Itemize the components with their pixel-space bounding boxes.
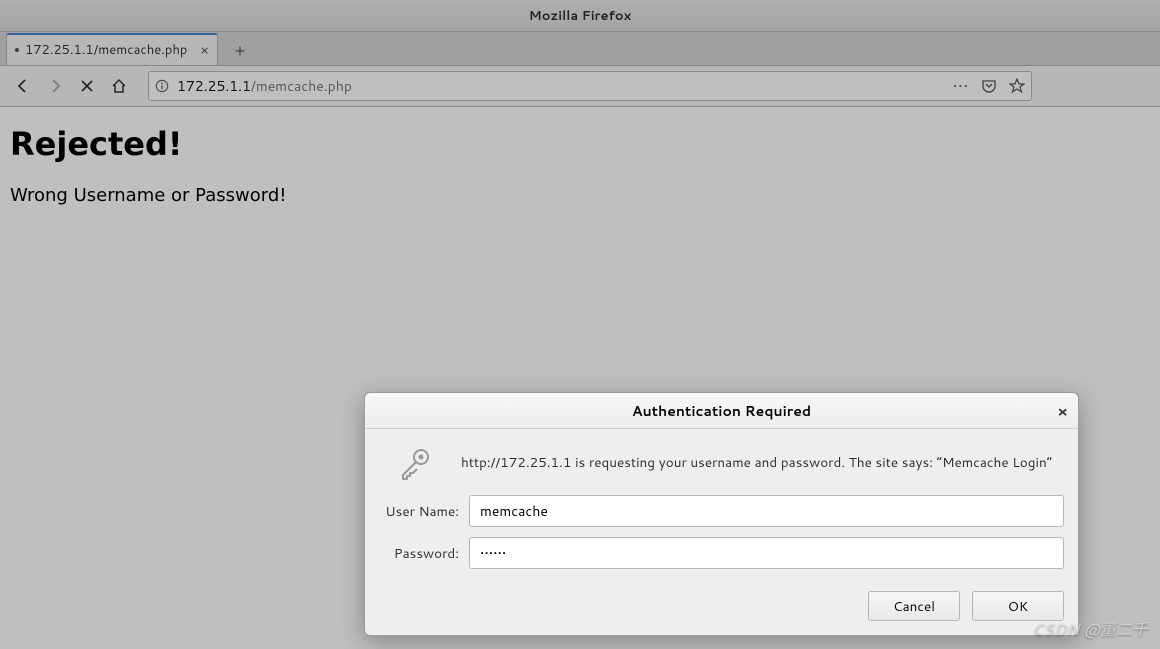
bookmark-star-icon[interactable]: [1009, 78, 1025, 94]
tab-loading-indicator: [15, 48, 19, 52]
info-icon[interactable]: [155, 79, 169, 93]
back-button[interactable]: [8, 71, 38, 101]
username-input[interactable]: [469, 495, 1064, 527]
back-icon: [15, 78, 31, 94]
stop-button[interactable]: [72, 71, 102, 101]
forward-button[interactable]: [40, 71, 70, 101]
more-icon[interactable]: •••: [953, 76, 969, 96]
tab-bar: 172.25.1.1/memcache.php × +: [0, 32, 1160, 66]
navigation-toolbar: 172.25.1.1/memcache.php •••: [0, 66, 1160, 107]
dialog-message: http://172.25.1.1 is requesting your use…: [461, 454, 1064, 473]
dialog-header: Authentication Required ×: [365, 393, 1078, 429]
forward-icon: [47, 78, 63, 94]
cancel-button[interactable]: Cancel: [868, 591, 960, 621]
window-title: Mozilla Firefox: [529, 7, 632, 25]
username-label: User Name:: [379, 502, 469, 521]
pocket-icon[interactable]: [981, 78, 997, 94]
url-path: /memcache.php: [251, 76, 352, 96]
url-bar[interactable]: 172.25.1.1/memcache.php •••: [148, 71, 1032, 101]
close-icon: [79, 78, 95, 94]
new-tab-button[interactable]: +: [224, 35, 256, 65]
home-button[interactable]: [104, 71, 134, 101]
password-input[interactable]: [469, 537, 1064, 569]
auth-dialog: Authentication Required × http://172.25.…: [364, 392, 1079, 636]
page-heading: Rejected!: [10, 125, 1150, 163]
dialog-close-icon[interactable]: ×: [1057, 401, 1068, 422]
browser-tab[interactable]: 172.25.1.1/memcache.php ×: [6, 33, 218, 65]
watermark: CSDN @董二千: [1032, 616, 1148, 641]
dialog-title: Authentication Required: [632, 401, 811, 421]
page-content: Rejected! Wrong Username or Password!: [0, 107, 1160, 224]
tab-close-icon[interactable]: ×: [200, 40, 209, 60]
key-icon: [379, 445, 451, 481]
window-titlebar: Mozilla Firefox: [0, 0, 1160, 32]
tab-title: 172.25.1.1/memcache.php: [25, 41, 194, 59]
page-message: Wrong Username or Password!: [10, 185, 1150, 206]
home-icon: [111, 78, 127, 94]
url-host: 172.25.1.1: [177, 76, 251, 96]
password-label: Password:: [379, 544, 469, 563]
